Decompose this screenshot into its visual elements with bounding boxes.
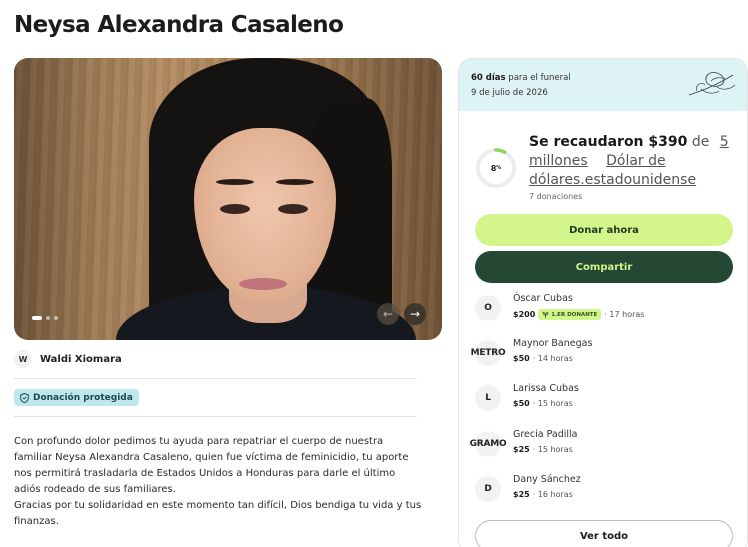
page-title: Neysa Alexandra Casaleno [14,12,344,38]
story-paragraph: Gracias por tu solidaridad en este momen… [14,500,422,527]
funeral-days: 60 días [471,73,506,83]
carousel-prev-button[interactable]: ← [377,303,399,325]
donor-avatar: D [475,476,501,502]
story-paragraph: Con profundo dolor pedimos tu ayuda para… [14,436,409,495]
photo-brow-left [216,179,254,185]
donor-time: · 15 horas [532,399,573,408]
donor-time: · 15 horas [532,445,573,454]
donor-meta: $50 · 15 horas [513,399,573,408]
campaign-photo[interactable]: ← → [14,58,442,340]
photo-eye-left [220,204,250,214]
photo-lips [239,278,287,290]
raised-amount: Se recaudaron $390 [529,134,688,150]
funeral-date: 9 de julio de 2026 [471,88,548,98]
donor-name: Grecia Padilla [513,429,578,440]
donor-amount: $50 [513,354,530,363]
carousel-dot-3[interactable] [54,316,58,320]
organizer-name: Waldi Xiomara [40,353,122,365]
donor-meta: $50 · 14 horas [513,354,573,363]
first-donor-label: 1.ER DONANTE [551,311,598,318]
story-text: Con profundo dolor pedimos tu ayuda para… [14,434,424,530]
organizer-avatar: W [14,350,32,368]
donor-meta: $25 · 15 horas [513,445,573,454]
protected-donation-badge[interactable]: Donación protegida [14,389,139,406]
donor-avatar: O [475,295,501,321]
arrow-right-icon: → [409,307,421,321]
divider [14,416,417,417]
donor-name: Maynor Banegas [513,338,593,349]
carousel-dot-1[interactable] [32,316,42,320]
first-donor-badge: 1.ER DONANTE [538,309,602,320]
donations-count: 7 donaciones [529,192,583,201]
photo-brow-right [276,179,314,185]
donation-card: 60 días para el funeral 9 de julio de 20… [458,58,748,547]
donor-avatar: L [475,385,501,411]
donor-item: METRO Maynor Banegas $50 · 14 horas [471,336,735,370]
progress-unit: % [496,165,502,171]
funeral-countdown: 60 días para el funeral [471,73,571,83]
donor-name: Larissa Cubas [513,383,579,394]
arrow-left-icon: ← [382,307,394,321]
donor-time: · 16 horas [532,490,573,499]
donor-time: · 14 horas [532,354,573,363]
donor-item: D Dany Sánchez $25 · 16 horas [475,472,735,506]
donor-avatar: GRAMO [470,431,507,457]
carousel-next-button[interactable]: → [404,303,426,325]
progress-percent: 8% [475,147,517,189]
carousel-dot-2[interactable] [46,316,50,320]
donor-meta: $200 1.ER DONANTE · 17 horas [513,309,644,320]
share-button[interactable]: Compartir [475,251,733,283]
lily-flower-icon [688,72,736,96]
donor-name: Dany Sánchez [513,474,581,485]
donor-avatar: METRO [471,340,506,366]
donor-item: L Larissa Cubas $50 · 15 horas [475,381,735,415]
amount-raised: Se recaudaron $390 de 5 millones Dólar d… [529,133,741,190]
divider [14,378,417,379]
donor-amount: $50 [513,399,530,408]
donor-name: Óscar Cubas [513,293,573,304]
donor-amount: $25 [513,490,530,499]
carousel-dots[interactable] [32,316,58,320]
funeral-banner: 60 días para el funeral 9 de julio de 20… [459,59,747,111]
donor-item: GRAMO Grecia Padilla $25 · 15 horas [470,427,735,461]
shield-icon [20,392,29,403]
badge-label: Donación protegida [33,392,133,403]
donor-amount: $200 [513,310,536,319]
funeral-days-text: para el funeral [505,73,571,83]
organizer[interactable]: W Waldi Xiomara [14,350,122,368]
see-all-button[interactable]: Ver todo [475,520,733,547]
sprout-icon [542,311,549,318]
donor-amount: $25 [513,445,530,454]
raised-of: de [687,134,710,150]
donor-meta: $25 · 16 horas [513,490,573,499]
donate-button[interactable]: Donar ahora [475,214,733,246]
photo-eye-right [278,204,308,214]
donor-time: · 17 horas [604,310,645,319]
donor-item: O Óscar Cubas $200 1.ER DONANTE · 17 hor… [475,291,735,325]
